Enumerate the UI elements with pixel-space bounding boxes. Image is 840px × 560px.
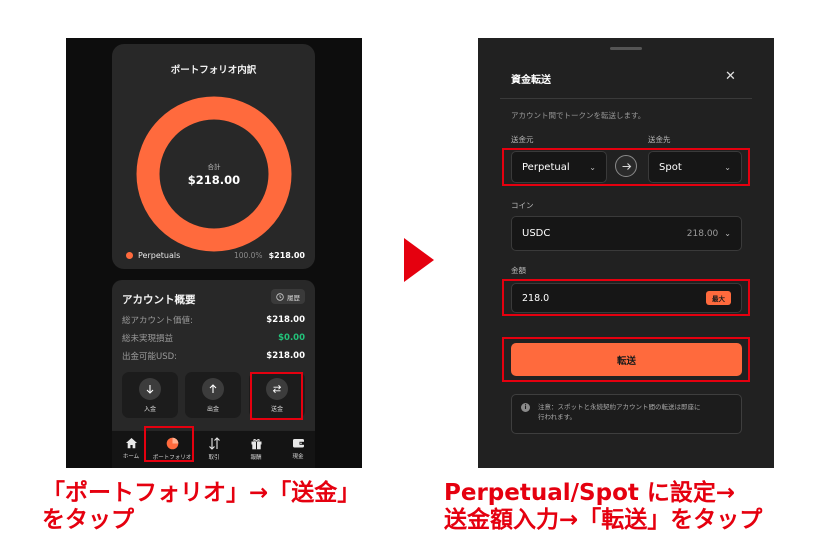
account-row-total-value: 総アカウント価値: $218.00	[122, 313, 305, 327]
tab-cash[interactable]: 現金	[278, 437, 318, 460]
arrow-down-icon	[146, 384, 154, 394]
highlight-transfer-button	[250, 372, 303, 420]
tab-trade[interactable]: 取引	[194, 437, 234, 461]
tab-label: 取引	[208, 455, 220, 461]
coin-balance-group: 218.00 ⌄	[687, 229, 731, 239]
row-value: $218.00	[266, 351, 305, 361]
gift-icon	[251, 439, 261, 450]
account-row-withdrawable: 出金可能USD: $218.00	[122, 349, 305, 363]
notice-line-2: 行われます。	[538, 413, 577, 421]
row-label: 総未実現損益	[122, 334, 174, 344]
clock-icon	[276, 292, 284, 301]
notice-line-1: 注意：スポットと永続契約アカウント間の転送は即座に	[538, 403, 701, 411]
info-icon: i	[521, 403, 530, 412]
highlight-amount-input	[502, 279, 750, 316]
highlight-account-selects	[502, 148, 750, 186]
donut-total-value: $218.00	[187, 173, 241, 187]
tab-label: 現金	[292, 454, 304, 460]
highlight-portfolio-tab	[144, 426, 194, 462]
coin-select[interactable]: USDC 218.00 ⌄	[511, 216, 742, 251]
home-icon	[125, 438, 137, 449]
withdraw-label: 出金	[206, 405, 219, 413]
modal-title: 資金転送	[511, 75, 551, 86]
close-icon[interactable]: ✕	[725, 70, 736, 83]
row-label: 出金可能USD:	[122, 352, 178, 362]
right-caption-line-2: 送金額入力→「転送」をタップ	[444, 507, 763, 533]
right-caption-line-1: Perpetual/Spot に設定→	[444, 480, 736, 506]
from-label: 送金元	[511, 135, 534, 144]
legend-dot	[126, 252, 133, 259]
deposit-label: 入金	[143, 405, 156, 413]
highlight-submit-button	[502, 337, 750, 382]
deposit-button[interactable]: 入金	[122, 372, 178, 418]
portfolio-title: ポートフォリオ内訳	[170, 65, 257, 76]
trade-icon	[208, 437, 220, 450]
row-value: $218.00	[266, 315, 305, 325]
wallet-icon	[292, 439, 304, 448]
legend-row: Perpetuals 100.0% $218.00	[126, 251, 305, 260]
portfolio-breakdown-card: ポートフォリオ内訳 合計 $218.00 Perpetuals 100.0% $…	[112, 44, 315, 269]
to-label: 送金先	[648, 135, 671, 144]
arrow-up-icon	[209, 383, 217, 393]
step-arrow	[404, 238, 434, 282]
left-caption-line-1: 「ポートフォリオ」→「送金」	[42, 480, 361, 506]
donut-total-label: 合計	[207, 163, 221, 171]
modal-description: アカウント間でトークンを転送します。	[511, 111, 646, 120]
tab-label: ホーム	[122, 454, 140, 460]
history-button[interactable]: 履歴	[271, 289, 305, 304]
account-summary-title: アカウント概要	[122, 294, 196, 306]
tab-label: 報酬	[250, 455, 262, 461]
legend-amount: $218.00	[268, 251, 305, 260]
legend-name: Perpetuals	[138, 251, 181, 260]
portfolio-screen: ポートフォリオ内訳 合計 $218.00 Perpetuals 100.0% $…	[66, 38, 362, 468]
legend-percent: 100.0%	[233, 251, 263, 260]
transfer-modal-screen: 資金転送 ✕ アカウント間でトークンを転送します。 送金元 送金先 Perpet…	[478, 38, 774, 468]
history-label: 履歴	[287, 293, 300, 302]
account-row-unrealized-pnl: 総未実現損益 $0.00	[122, 331, 305, 345]
coin-value: USDC	[522, 228, 551, 239]
coin-balance: 218.00	[686, 228, 719, 239]
coin-label: コイン	[511, 201, 534, 210]
divider	[500, 98, 752, 99]
left-caption-line-2: をタップ	[42, 507, 134, 533]
row-value: $0.00	[278, 333, 305, 343]
chevron-down-icon: ⌄	[724, 229, 731, 238]
notice-box: i 注意：スポットと永続契約アカウント間の転送は即座に 行われます。	[511, 394, 742, 434]
left-caption: 「ポートフォリオ」→「送金」 をタップ	[42, 480, 360, 534]
withdraw-button[interactable]: 出金	[185, 372, 241, 418]
amount-label: 金額	[511, 266, 526, 275]
tab-rewards[interactable]: 報酬	[236, 437, 276, 461]
right-caption: Perpetual/Spot に設定→ 送金額入力→「転送」をタップ	[444, 480, 762, 534]
bottom-tab-bar: ホーム ポートフォリオ 取引 報酬 現金	[112, 430, 315, 468]
row-label: 総アカウント価値:	[122, 316, 193, 326]
donut-center: 合計 $218.00	[136, 96, 292, 252]
drag-handle[interactable]	[610, 47, 642, 50]
